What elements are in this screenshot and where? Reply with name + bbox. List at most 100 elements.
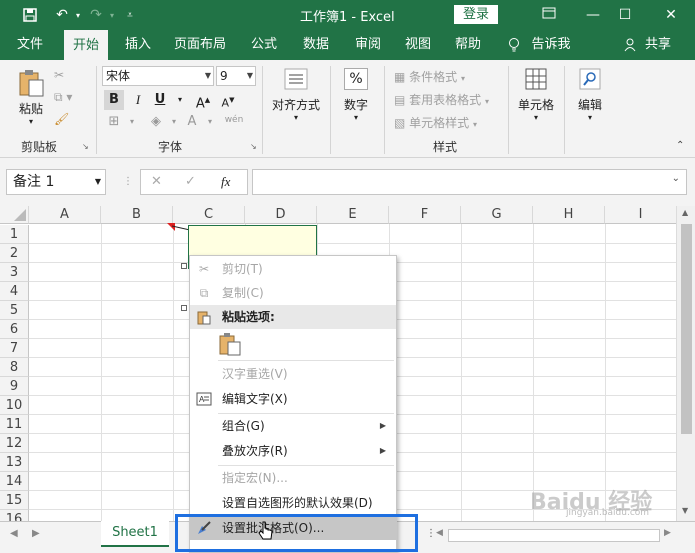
column-header[interactable]: B [101, 206, 173, 224]
vertical-scroll-thumb[interactable] [681, 224, 692, 434]
menu-item-group[interactable]: 组合(G) ▶ [190, 414, 396, 438]
fill-color-dropdown-icon[interactable]: ▾ [164, 112, 184, 132]
font-name-dropdown[interactable]: 宋体 ▼ [102, 66, 214, 86]
conditional-formatting-button[interactable]: ▦ 条件格式 ▾ [394, 68, 465, 85]
row-header[interactable]: 15 [0, 491, 29, 510]
login-button[interactable]: 登录 [454, 5, 498, 24]
tab-help[interactable]: 帮助 [446, 30, 490, 60]
menu-item-edit-text[interactable]: A 编辑文字(X) [190, 387, 396, 411]
alignment-button[interactable]: 对齐方式 ▾ [268, 68, 324, 122]
number-format-button[interactable]: % 数字 ▾ [336, 68, 376, 122]
format-as-table-button[interactable]: ▤ 套用表格格式 ▾ [394, 91, 489, 108]
font-size-dropdown[interactable]: 9 ▼ [216, 66, 256, 86]
cell-styles-button[interactable]: ▧ 单元格样式 ▾ [394, 114, 477, 131]
undo-dropdown-icon[interactable]: ▾ [68, 5, 88, 25]
insert-function-icon[interactable]: fx [221, 174, 230, 190]
column-header[interactable]: C [173, 206, 245, 224]
row-header[interactable]: 7 [0, 339, 29, 358]
expand-formula-bar-icon[interactable]: ⌄ [672, 173, 680, 184]
close-icon[interactable]: ✕ [656, 3, 686, 27]
underline-button[interactable]: U [150, 90, 170, 110]
editing-button[interactable]: 编辑 ▾ [570, 68, 610, 122]
menu-item-cut[interactable]: ✂ 剪切(T) [190, 257, 396, 281]
menu-item-reconvert[interactable]: 汉字重选(V) [190, 362, 396, 386]
horizontal-scrollbar[interactable] [448, 529, 660, 542]
comment-resize-handle[interactable] [181, 305, 187, 311]
cancel-icon[interactable]: ✕ [151, 174, 162, 189]
italic-button[interactable]: I [128, 90, 148, 110]
row-header[interactable]: 13 [0, 453, 29, 472]
prev-sheet-icon[interactable]: ◀ [10, 528, 18, 539]
row-header[interactable]: 5 [0, 301, 29, 320]
format-painter-icon[interactable]: 🖌 [54, 112, 69, 126]
drag-handle-icon[interactable]: ⋮ [426, 528, 436, 539]
customize-toolbar-icon[interactable]: ⩡ [120, 5, 140, 25]
column-header[interactable]: A [29, 206, 101, 224]
tab-insert[interactable]: 插入 [116, 30, 160, 60]
save-icon[interactable] [20, 5, 40, 25]
scroll-right-icon[interactable]: ▶ [664, 528, 671, 538]
tab-page-layout[interactable]: 页面布局 [168, 30, 232, 60]
select-all-corner[interactable] [0, 206, 29, 224]
row-header[interactable]: 1 [0, 225, 29, 244]
font-color-dropdown-icon[interactable]: ▾ [200, 112, 220, 132]
underline-dropdown-icon[interactable]: ▾ [170, 90, 190, 110]
row-header[interactable]: 9 [0, 377, 29, 396]
copy-icon[interactable]: ⧉ ▾ [54, 90, 72, 105]
bold-button[interactable]: B [104, 90, 124, 110]
vertical-scrollbar[interactable]: ▲ ▼ [676, 206, 695, 521]
row-header[interactable]: 8 [0, 358, 29, 377]
increase-font-size-icon[interactable]: A▲ [193, 90, 213, 111]
scroll-left-icon[interactable]: ◀ [436, 528, 443, 538]
tab-formulas[interactable]: 公式 [242, 30, 286, 60]
row-header[interactable]: 2 [0, 244, 29, 263]
phonetic-guide-icon[interactable]: wén [222, 110, 246, 130]
tab-view[interactable]: 视图 [396, 30, 440, 60]
menu-item-copy[interactable]: ⧉ 复制(C) [190, 281, 396, 305]
scroll-up-icon[interactable]: ▲ [682, 208, 688, 217]
column-header[interactable]: F [389, 206, 461, 224]
row-header[interactable]: 6 [0, 320, 29, 339]
clipboard-launcher-icon[interactable]: ↘ [82, 142, 89, 151]
decrease-font-size-icon[interactable]: A▼ [218, 90, 238, 110]
tab-file[interactable]: 文件 [8, 30, 52, 60]
comment-resize-handle[interactable] [181, 263, 187, 269]
enter-icon[interactable]: ✓ [185, 174, 196, 189]
borders-icon[interactable]: ⊞ [104, 112, 124, 132]
minimize-icon[interactable]: — [578, 3, 608, 27]
cells-button[interactable]: 单元格 ▾ [514, 68, 558, 122]
font-color-icon[interactable]: A [182, 112, 202, 132]
cut-icon[interactable]: ✂ [54, 68, 64, 82]
row-header[interactable]: 10 [0, 396, 29, 415]
menu-item-order[interactable]: 叠放次序(R) ▶ [190, 439, 396, 463]
fill-color-icon[interactable]: ◈ [146, 112, 166, 132]
drag-handle-icon[interactable]: ⋮ [123, 176, 133, 187]
row-header[interactable]: 12 [0, 434, 29, 453]
tell-me-search[interactable]: 告诉我 [526, 30, 576, 60]
paste-option-keep-source-icon[interactable] [218, 332, 244, 358]
column-header[interactable]: I [605, 206, 676, 224]
sheet-tab-sheet1[interactable]: Sheet1 [101, 521, 169, 547]
next-sheet-icon[interactable]: ▶ [32, 528, 40, 539]
name-box[interactable]: 备注 1 ▼ [6, 169, 106, 195]
ribbon-display-options-icon[interactable] [534, 3, 564, 27]
menu-item-assign-macro[interactable]: 指定宏(N)... [190, 466, 396, 490]
collapse-ribbon-icon[interactable]: ⌃ [676, 140, 684, 151]
scroll-down-icon[interactable]: ▼ [682, 506, 688, 515]
row-header[interactable]: 14 [0, 472, 29, 491]
paste-button[interactable]: 粘贴 ▾ [12, 68, 50, 128]
tab-data[interactable]: 数据 [294, 30, 338, 60]
tab-review[interactable]: 审阅 [346, 30, 390, 60]
row-header[interactable]: 3 [0, 263, 29, 282]
menu-item-set-default-shape[interactable]: 设置自选图形的默认效果(D) [190, 491, 396, 515]
row-header[interactable]: 4 [0, 282, 29, 301]
borders-dropdown-icon[interactable]: ▾ [122, 112, 142, 132]
row-header[interactable]: 11 [0, 415, 29, 434]
column-header[interactable]: H [533, 206, 605, 224]
font-launcher-icon[interactable]: ↘ [250, 142, 257, 151]
tab-home[interactable]: 开始 [64, 30, 108, 60]
column-header[interactable]: G [461, 206, 533, 224]
maximize-icon[interactable]: ☐ [610, 3, 640, 27]
formula-input[interactable]: ⌄ [252, 169, 687, 195]
column-header[interactable]: D [245, 206, 317, 224]
